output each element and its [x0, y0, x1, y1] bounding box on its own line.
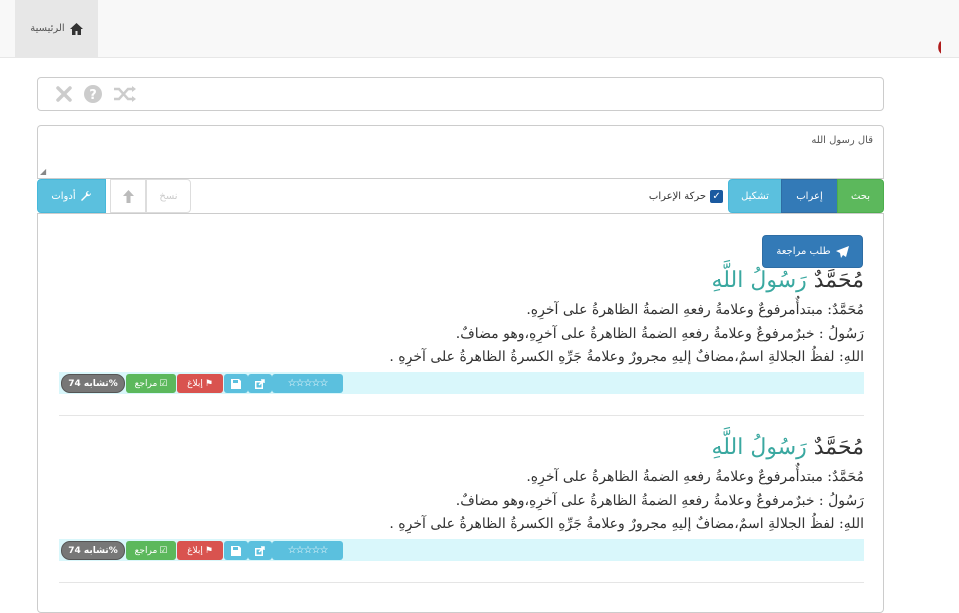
result-divider	[59, 582, 864, 583]
save-icon	[231, 378, 241, 389]
result-line: مُحَمَّدٌ: مبتدأٌمرفوعٌ وعلامةُ رفعهِ ال…	[526, 302, 864, 318]
tashkeel-button[interactable]: تشكيل	[728, 179, 782, 213]
flag-icon: ⚑	[204, 545, 213, 556]
similarity-badge: تشابه 74%	[61, 541, 125, 560]
question-circle-icon[interactable]: ?	[83, 84, 103, 104]
nav-home-link[interactable]: الرئيسية	[15, 0, 98, 57]
copy-button[interactable]: نسخ	[146, 179, 191, 213]
arrow-up-icon	[122, 189, 134, 203]
home-icon	[69, 22, 83, 35]
result-divider	[59, 415, 864, 416]
similarity-badge: تشابه 74%	[61, 374, 125, 393]
check-square-icon: ☑	[159, 378, 168, 389]
iraab-button[interactable]: إعراب	[781, 179, 838, 213]
save-button[interactable]	[224, 374, 248, 393]
results-panel: طلب مراجعة مُحَمَّدٌ رَسُولُ اللَّهِ مُح…	[37, 213, 884, 613]
save-icon	[231, 545, 241, 556]
text-input-area[interactable]: قال رسول الله ◢	[37, 125, 884, 179]
random-icon[interactable]	[113, 85, 137, 103]
result-actions-bar: تشابه 74% مراجع ☑ إبلاغ ⚑ ☆☆☆☆☆	[59, 539, 864, 561]
result-actions-bar: تشابه 74% مراجع ☑ إبلاغ ⚑ ☆☆☆☆☆	[59, 372, 864, 394]
tashkeel-label: تشكيل	[741, 190, 769, 202]
tools-button[interactable]: أدوات	[37, 179, 106, 213]
iraab-label: إعراب	[796, 190, 823, 202]
save-button[interactable]	[224, 541, 248, 560]
share-button[interactable]	[248, 541, 272, 560]
result-line: مُحَمَّدٌ: مبتدأٌمرفوعٌ وعلامةُ رفعهِ ال…	[526, 469, 864, 485]
result-line: رَسُولُ : خبرٌمرفوعٌ وعلامةُ رفعهِ الضمة…	[455, 326, 864, 342]
share-icon	[255, 378, 265, 389]
logo-image: يعرُب	[936, 13, 941, 68]
check-icon[interactable]: ✓	[710, 189, 724, 203]
report-button[interactable]: إبلاغ ⚑	[177, 374, 223, 393]
svg-text:يعرُب: يعرُب	[936, 13, 941, 68]
navbar: الرئيسية يعرُب	[0, 0, 959, 68]
times-icon[interactable]	[55, 85, 73, 103]
upload-button[interactable]	[110, 179, 146, 213]
svg-text:?: ?	[89, 88, 97, 103]
share-icon	[255, 545, 265, 556]
rating-stars[interactable]: ☆☆☆☆☆	[272, 541, 343, 560]
result-item: مُحَمَّدٌ رَسُولُ اللَّهِ مُحَمَّدٌ: مبت…	[59, 433, 864, 563]
copy-label: نسخ	[159, 190, 178, 202]
reviewed-button[interactable]: مراجع ☑	[126, 374, 176, 393]
result-line: اللهِ: لفظُ الجلالةِ اسمٌ،مضافٌ إليهِ مج…	[389, 516, 864, 532]
wrench-icon	[80, 190, 91, 201]
harakat-label: حركة الإعراب	[648, 190, 707, 202]
check-square-icon: ☑	[159, 545, 168, 556]
action-bar: أدوات نسخ حركة الإعراب ✓ تشكيل إعراب بحث	[37, 179, 884, 213]
resize-handle-icon[interactable]: ◢	[40, 167, 46, 176]
tools-label: أدوات	[51, 190, 76, 202]
editor-toolbar: ?	[37, 77, 884, 111]
result-line: اللهِ: لفظُ الجلالةِ اسمٌ،مضافٌ إليهِ مج…	[389, 349, 864, 365]
harakat-checkbox[interactable]: حركة الإعراب ✓	[642, 179, 730, 213]
search-button[interactable]: بحث	[837, 179, 884, 213]
share-button[interactable]	[248, 374, 272, 393]
result-item: مُحَمَّدٌ رَسُولُ اللَّهِ مُحَمَّدٌ: مبت…	[59, 266, 864, 396]
result-line: رَسُولُ : خبرٌمرفوعٌ وعلامةُ رفعهِ الضمة…	[455, 493, 864, 509]
review-request-label: طلب مراجعة	[776, 246, 831, 257]
rating-stars[interactable]: ☆☆☆☆☆	[272, 374, 343, 393]
home-label: الرئيسية	[30, 23, 65, 34]
reviewed-button[interactable]: مراجع ☑	[126, 541, 176, 560]
result-heading: مُحَمَّدٌ رَسُولُ اللَّهِ	[711, 435, 864, 460]
request-review-button[interactable]: طلب مراجعة	[762, 235, 863, 268]
input-text: قال رسول الله	[811, 135, 873, 146]
report-button[interactable]: إبلاغ ⚑	[177, 541, 223, 560]
flag-icon: ⚑	[204, 378, 213, 389]
result-heading: مُحَمَّدٌ رَسُولُ اللَّهِ	[711, 268, 864, 293]
paper-plane-icon	[835, 245, 849, 258]
search-label: بحث	[850, 190, 871, 202]
